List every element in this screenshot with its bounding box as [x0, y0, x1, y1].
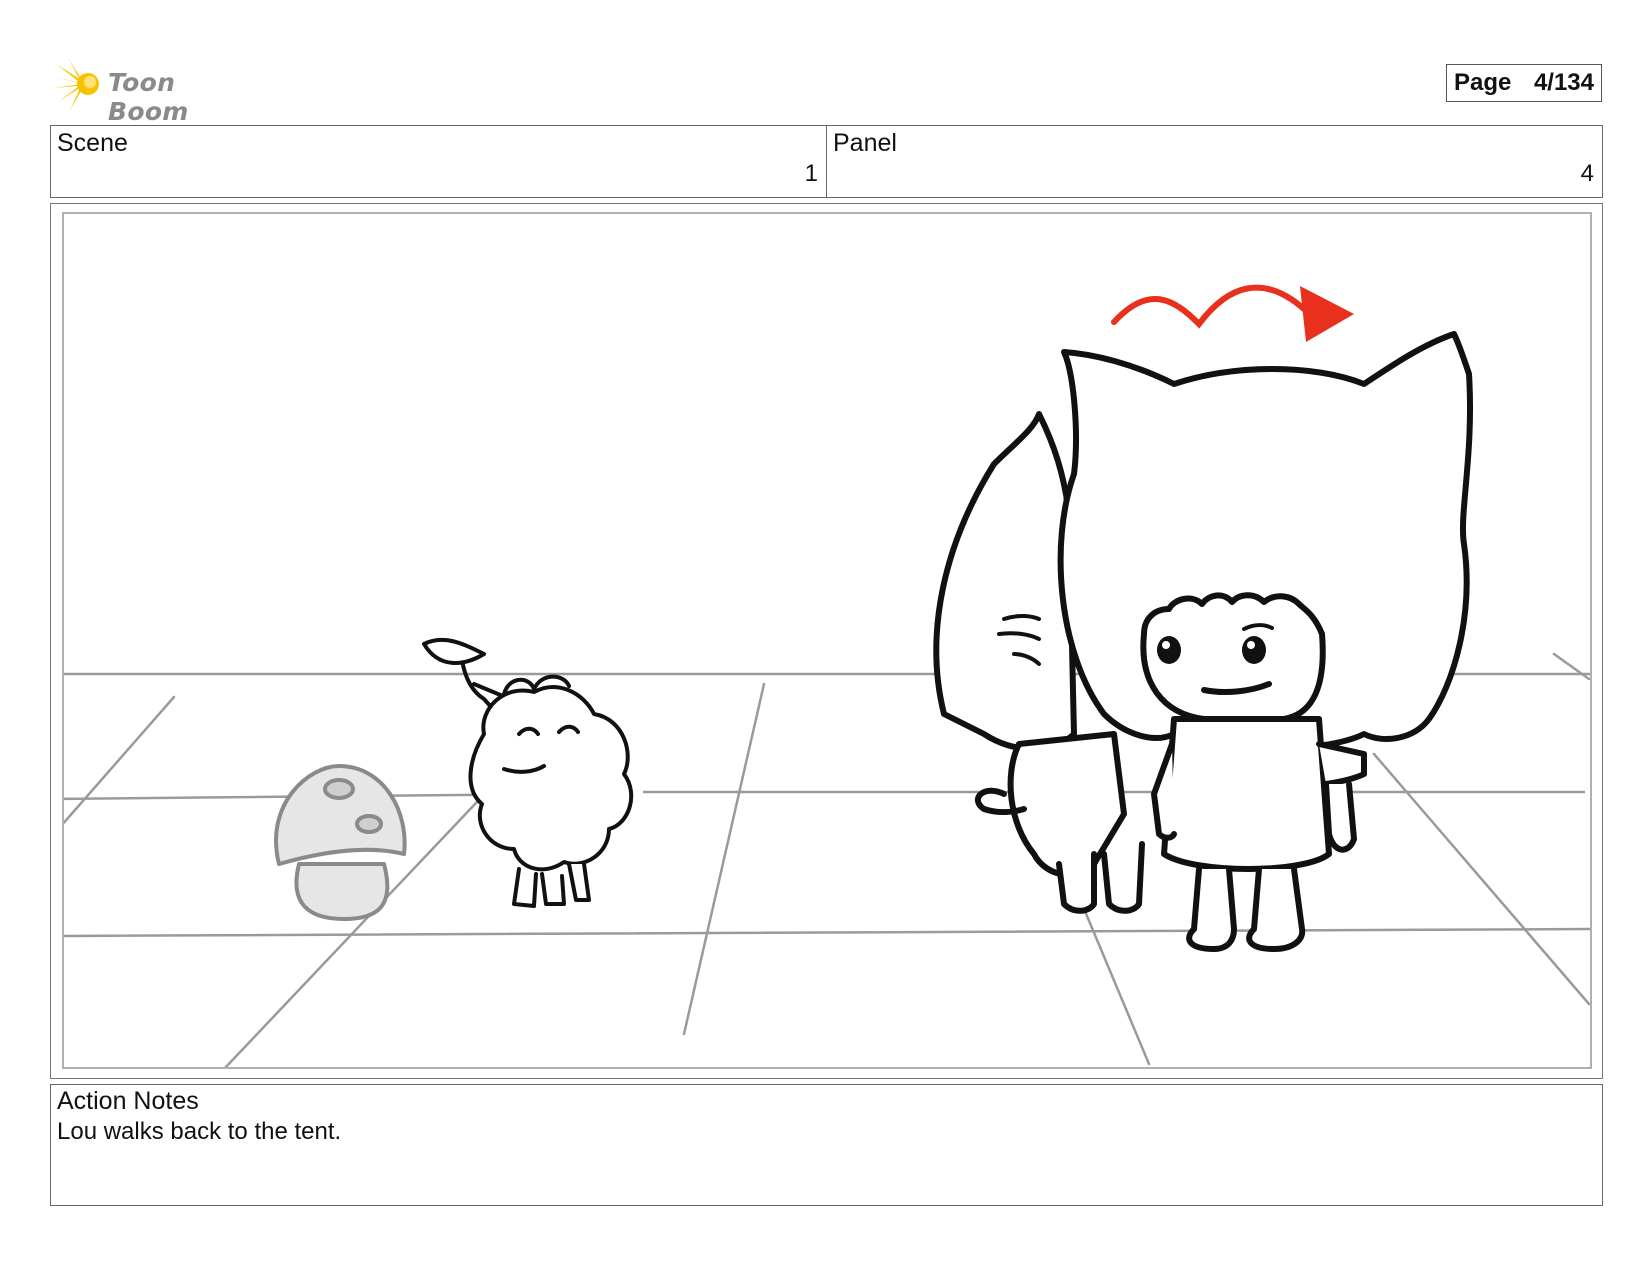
scene-label: Scene — [57, 129, 128, 157]
panel-number: 4 — [1580, 160, 1594, 187]
scene-number: 1 — [804, 160, 818, 187]
scene-cell: Scene 1 — [51, 126, 826, 197]
starburst-icon — [52, 58, 99, 110]
action-notes: Action Notes Lou walks back to the tent. — [50, 1084, 1603, 1206]
motion-arrow — [1111, 284, 1354, 342]
gnome-character — [422, 637, 634, 908]
page-number: 4/134 — [1533, 69, 1594, 96]
action-notes-text: Lou walks back to the tent. — [57, 1118, 342, 1145]
panel-label: Panel — [833, 129, 897, 157]
mushroom-sketch — [274, 764, 407, 921]
page-label: Page — [1454, 69, 1512, 96]
girl-character — [933, 331, 1474, 952]
page-indicator: Page 4/134 — [1446, 64, 1602, 102]
toon-boom-logo: Toon Boom — [52, 56, 252, 126]
brand-name: Toon Boom — [108, 68, 189, 126]
panel-cell: Panel 4 — [826, 126, 1602, 197]
storyboard-frame — [50, 203, 1603, 1079]
storyboard-sketch — [64, 284, 1590, 1067]
scene-panel-header: Scene 1 Panel 4 — [50, 125, 1603, 198]
storyboard-image — [62, 212, 1592, 1069]
action-notes-label: Action Notes — [57, 1087, 199, 1115]
